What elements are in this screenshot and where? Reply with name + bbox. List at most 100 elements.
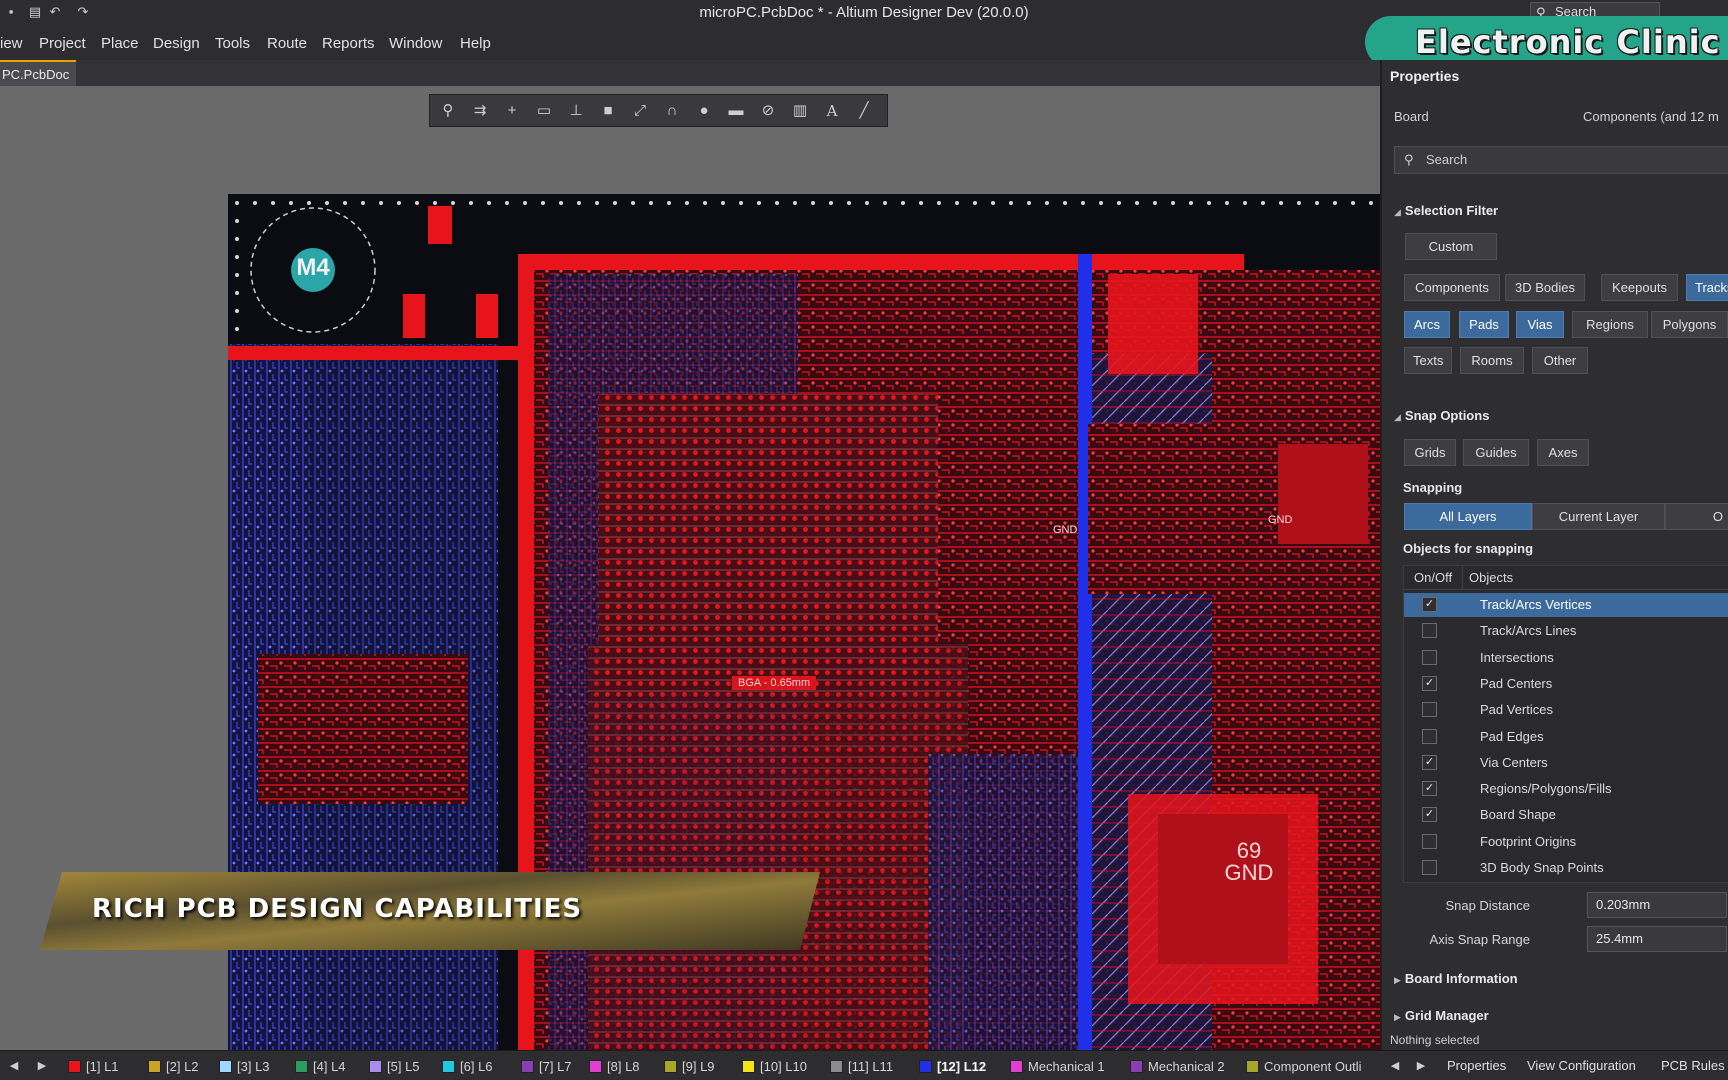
snap-checkbox[interactable]: [1422, 649, 1437, 665]
snap-checkbox[interactable]: ✓: [1422, 807, 1437, 823]
menu-reports[interactable]: Reports: [322, 35, 375, 52]
menu-design[interactable]: Design: [153, 35, 200, 52]
snap-distance-input[interactable]: 0.203mm: [1587, 892, 1727, 918]
snap-row[interactable]: ✓ Pad Centers: [1404, 672, 1728, 696]
filter-chip-3d-bodies[interactable]: 3D Bodies: [1505, 274, 1585, 301]
filter-chip-polygons[interactable]: Polygons: [1651, 311, 1728, 338]
mount-hole-label: M4: [296, 254, 330, 281]
snap-row[interactable]: ✓ Regions/Polygons/Fills: [1404, 777, 1728, 801]
filter-chip-rooms[interactable]: Rooms: [1460, 347, 1524, 374]
panel-scope-board[interactable]: Board: [1394, 109, 1429, 124]
layer-tab[interactable]: Mechanical 2: [1128, 1058, 1225, 1076]
snap-row[interactable]: 3D Body Snap Points: [1404, 856, 1728, 880]
layer-tab[interactable]: [4] L4: [293, 1058, 346, 1076]
snapping-all-layers[interactable]: All Layers: [1404, 503, 1532, 530]
menu-project[interactable]: Project: [39, 35, 86, 52]
snap-checkbox[interactable]: ✓: [1422, 781, 1437, 797]
layer-tab[interactable]: Component Outli: [1244, 1058, 1362, 1076]
filter-chip-tracks[interactable]: Tracks: [1686, 274, 1728, 301]
snap-checkbox[interactable]: [1422, 702, 1437, 718]
snap-row[interactable]: Pad Vertices: [1404, 698, 1728, 722]
snapping-off[interactable]: O: [1665, 503, 1728, 530]
selection-filter-header[interactable]: ◢ Selection Filter: [1394, 203, 1498, 218]
snap-row[interactable]: Track/Arcs Lines: [1404, 619, 1728, 643]
snap-row[interactable]: ✓ Track/Arcs Vertices: [1404, 593, 1728, 617]
snap-row[interactable]: ✓ Via Centers: [1404, 751, 1728, 775]
filter-chip-pads[interactable]: Pads: [1459, 311, 1509, 338]
crosshair-icon[interactable]: +: [499, 98, 525, 124]
select-rect-icon[interactable]: ▭: [531, 98, 557, 124]
layer-tab[interactable]: [9] L9: [662, 1058, 715, 1076]
layer-tab[interactable]: [12] L12: [917, 1058, 986, 1076]
filter-chip-texts[interactable]: Texts: [1404, 347, 1452, 374]
layer-color-swatch: [148, 1060, 161, 1073]
board-information-header[interactable]: ▶ Board Information: [1394, 971, 1518, 986]
snap-checkbox[interactable]: [1422, 623, 1437, 639]
layer-tab[interactable]: [3] L3: [217, 1058, 270, 1076]
snap-options-header[interactable]: ◢ Snap Options: [1394, 408, 1489, 423]
filter-chip-arcs[interactable]: Arcs: [1404, 311, 1450, 338]
route-icon[interactable]: ⇉: [467, 98, 493, 124]
grid-manager-header[interactable]: ▶ Grid Manager: [1394, 1008, 1489, 1023]
layer-tab[interactable]: [2] L2: [146, 1058, 199, 1076]
layer-tab[interactable]: [1] L1: [66, 1058, 119, 1076]
filter-chip-other[interactable]: Other: [1532, 347, 1588, 374]
fill-icon[interactable]: ■: [595, 98, 621, 124]
bottom-tab-properties[interactable]: Properties: [1447, 1058, 1506, 1073]
document-tab[interactable]: PC.PcbDoc *: [0, 60, 76, 108]
snap-checkbox[interactable]: [1422, 728, 1437, 744]
scroll-right-icon[interactable]: ▶: [34, 1057, 50, 1075]
snap-chip-axes[interactable]: Axes: [1537, 439, 1589, 466]
banner-text: RICH PCB DESIGN CAPABILITIES: [92, 894, 583, 924]
track-icon[interactable]: ⤢: [627, 98, 653, 124]
menu-place[interactable]: Place: [101, 35, 139, 52]
filter-chip-vias[interactable]: Vias: [1516, 311, 1564, 338]
layer-tab[interactable]: [10] L10: [740, 1058, 807, 1076]
menu-window[interactable]: Window: [389, 35, 442, 52]
region-icon[interactable]: ▬: [723, 98, 749, 124]
snap-row[interactable]: Intersections: [1404, 646, 1728, 670]
net-icon[interactable]: ∩: [659, 98, 685, 124]
layer-tab[interactable]: [11] L11: [828, 1058, 893, 1076]
bottom-tab-pcb-rules[interactable]: PCB Rules: [1661, 1058, 1725, 1073]
menu-route[interactable]: Route: [267, 35, 307, 52]
filter-custom-button[interactable]: Custom: [1405, 233, 1497, 260]
snap-row[interactable]: Pad Edges: [1404, 725, 1728, 749]
panel-prev-icon[interactable]: ◀: [1387, 1057, 1403, 1075]
layer-tab[interactable]: [7] L7: [519, 1058, 572, 1076]
scroll-left-icon[interactable]: ◀: [6, 1057, 22, 1075]
menu-help[interactable]: Help: [460, 35, 491, 52]
snap-row[interactable]: ✓ Board Shape: [1404, 803, 1728, 827]
snap-checkbox[interactable]: ✓: [1422, 675, 1437, 691]
snap-chip-grids[interactable]: Grids: [1404, 439, 1456, 466]
panel-next-icon[interactable]: ▶: [1413, 1057, 1429, 1075]
filter-chip-regions[interactable]: Regions: [1572, 311, 1648, 338]
layer-tab[interactable]: Mechanical 1: [1008, 1058, 1105, 1076]
snap-checkbox[interactable]: ✓: [1422, 597, 1437, 612]
panel-search-input[interactable]: ⚲ Search: [1394, 146, 1728, 174]
keepout-icon[interactable]: ⊘: [755, 98, 781, 124]
filter-chip-keepouts[interactable]: Keepouts: [1601, 274, 1678, 301]
text-icon[interactable]: A: [819, 98, 845, 124]
snap-checkbox[interactable]: [1422, 860, 1437, 875]
component-icon[interactable]: ⊥: [563, 98, 589, 124]
layer-tab[interactable]: [8] L8: [587, 1058, 640, 1076]
filter-icon[interactable]: ⚲: [435, 98, 461, 124]
bottom-tab-view-configuration[interactable]: View Configuration: [1527, 1058, 1636, 1073]
menu-view[interactable]: iew: [0, 35, 23, 52]
axis-snap-range-input[interactable]: 25.4mm: [1587, 926, 1727, 952]
layer-tab[interactable]: [6] L6: [440, 1058, 493, 1076]
layer-tab[interactable]: [5] L5: [367, 1058, 420, 1076]
pin-icon[interactable]: ●: [691, 98, 717, 124]
snap-checkbox[interactable]: [1422, 833, 1437, 849]
line-icon[interactable]: ╱: [851, 98, 877, 124]
menu-tools[interactable]: Tools: [215, 35, 250, 52]
snap-checkbox[interactable]: ✓: [1422, 754, 1437, 770]
snap-row[interactable]: Footprint Origins: [1404, 830, 1728, 854]
snap-chip-guides[interactable]: Guides: [1463, 439, 1529, 466]
snap-row-label: Regions/Polygons/Fills: [1480, 781, 1612, 797]
dimension-icon[interactable]: ▥: [787, 98, 813, 124]
filter-chip-components[interactable]: Components: [1404, 274, 1500, 301]
snapping-current-layer[interactable]: Current Layer: [1532, 503, 1665, 530]
panel-scope-components[interactable]: Components (and 12 m: [1583, 109, 1719, 124]
